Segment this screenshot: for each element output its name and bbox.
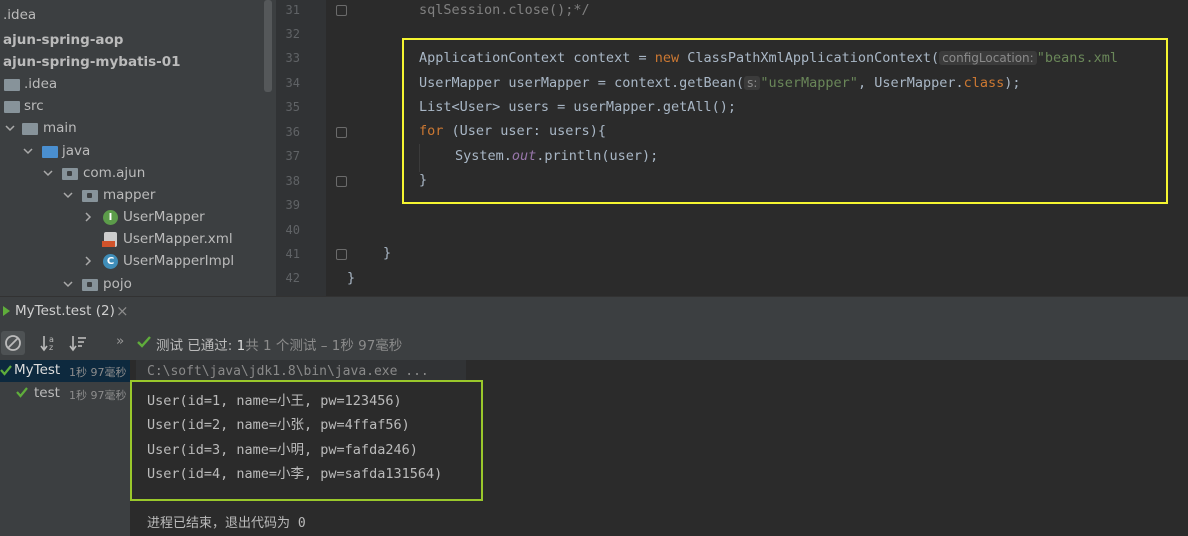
tree-item-label: ajun-spring-mybatis-01 (3, 54, 181, 70)
show-passed-toggle[interactable] (1, 331, 25, 355)
close-tab-icon[interactable]: × (116, 302, 129, 320)
chevron-down-icon[interactable] (4, 117, 16, 139)
console-command: C:\soft\java\jdk1.8\bin\java.exe ... (147, 364, 429, 379)
tree-item-module-aop[interactable]: ajun-spring-aop (3, 29, 123, 51)
sort-duration-icon (69, 336, 86, 352)
chevron-down-icon[interactable] (42, 162, 54, 184)
fold-marker-icon[interactable] (336, 176, 347, 187)
tree-scrollbar[interactable] (264, 0, 272, 92)
tree-item-usermapper-xml[interactable]: UserMapper.xml (0, 228, 260, 250)
check-icon (137, 336, 151, 348)
project-tree-panel: .idea ajun-spring-aop ajun-spring-mybati… (0, 0, 276, 296)
code-line-42: } (347, 270, 356, 286)
sort-duration-button[interactable] (66, 331, 90, 355)
tree-item-usermapperimpl[interactable]: C UserMapperImpl (0, 250, 260, 272)
run-panel-header: MyTest.test (2) × (0, 296, 1188, 326)
test-suite-label: MyTest (14, 362, 61, 378)
test-tree-row-test[interactable]: test 1秒 97毫秒 (0, 382, 130, 404)
xml-file-icon (102, 232, 117, 247)
tree-item-root-idea[interactable]: .idea (3, 4, 36, 26)
tree-item-label: main (43, 120, 77, 136)
tree-item-label: src (24, 98, 44, 114)
run-toolbar: az » 测试 已通过: 1共 1 个测试 – 1秒 97毫秒 (0, 326, 1188, 360)
line-number: 33 (285, 51, 300, 65)
line-number: 34 (285, 76, 300, 90)
sort-alpha-icon: az (40, 335, 54, 352)
test-status-summary: 测试 已通过: 1共 1 个测试 – 1秒 97毫秒 (156, 334, 402, 354)
test-results-tree: MyTest 1秒 97毫秒 test 1秒 97毫秒 (0, 360, 130, 536)
tree-item-label: .idea (24, 76, 58, 92)
tree-item-src[interactable]: src (0, 95, 260, 117)
command-line-row: C:\soft\java\jdk1.8\bin\java.exe ... (136, 360, 466, 382)
line-number: 38 (285, 174, 300, 188)
status-prefix: 测试 已通过: (156, 338, 237, 354)
run-tab-label[interactable]: MyTest.test (2) (15, 303, 115, 319)
tree-item-java[interactable]: java (0, 140, 260, 162)
chevron-right-icon[interactable] (82, 206, 94, 228)
tree-item-label: java (62, 143, 91, 159)
line-number: 37 (285, 149, 300, 163)
line-number: 31 (285, 3, 300, 17)
tree-item-main[interactable]: main (0, 117, 260, 139)
chevron-down-icon[interactable] (62, 273, 74, 295)
check-icon (0, 365, 12, 376)
chevron-down-icon[interactable] (22, 140, 34, 162)
svg-text:z: z (49, 343, 53, 352)
line-number: 40 (285, 223, 300, 237)
tree-item-pojo[interactable]: pojo (0, 273, 260, 295)
check-icon (16, 387, 28, 398)
class-icon: C (103, 254, 118, 269)
tree-item-label: com.ajun (83, 165, 146, 181)
package-icon (82, 190, 98, 202)
process-exit-message: 进程已结束，退出代码为 0 (147, 516, 306, 531)
code-line-41: } (383, 245, 392, 261)
code-highlight-box (402, 38, 1168, 204)
more-actions-icon[interactable]: » (116, 333, 124, 349)
tree-item-label: UserMapper.xml (123, 231, 233, 247)
line-number: 39 (285, 198, 300, 212)
output-highlight-box (130, 380, 483, 501)
folder-icon (22, 123, 38, 135)
test-duration: 1秒 97毫秒 (69, 389, 127, 402)
tree-item-label: pojo (103, 276, 132, 292)
chevron-right-icon[interactable] (82, 250, 94, 272)
tree-item-label: UserMapper (123, 209, 205, 225)
test-tree-row-mytest[interactable]: MyTest 1秒 97毫秒 (0, 360, 130, 382)
interface-icon: I (103, 210, 118, 225)
line-number: 41 (285, 247, 300, 261)
tree-item-label: ajun-spring-aop (3, 32, 124, 48)
tree-item-module-mybatis[interactable]: ajun-spring-mybatis-01 (3, 51, 181, 73)
fold-marker-icon[interactable] (336, 127, 347, 138)
folder-icon (4, 79, 20, 91)
tree-item-label: UserMapperImpl (123, 253, 235, 269)
tree-item-idea-folder[interactable]: .idea (0, 73, 260, 95)
test-case-label: test (34, 385, 60, 401)
package-icon (82, 279, 98, 291)
stop-circle-icon (5, 335, 21, 351)
fold-marker-icon[interactable] (336, 249, 347, 260)
line-number: 35 (285, 100, 300, 114)
tree-item-label: mapper (103, 187, 156, 203)
line-number: 36 (285, 125, 300, 139)
tree-item-usermapper[interactable]: I UserMapper (0, 206, 260, 228)
chevron-down-icon[interactable] (62, 184, 74, 206)
sort-alpha-button[interactable]: az (37, 331, 61, 355)
tree-item-mapper[interactable]: mapper (0, 184, 260, 206)
test-duration: 1秒 97毫秒 (69, 366, 127, 379)
line-number: 42 (285, 271, 300, 285)
fold-marker-icon[interactable] (336, 5, 347, 16)
status-suffix: 共 1 个测试 – 1秒 97毫秒 (245, 338, 403, 354)
source-folder-icon (42, 146, 58, 158)
folder-icon (4, 101, 20, 113)
status-count: 1 (236, 338, 246, 354)
run-icon (3, 306, 10, 316)
tree-item-label: .idea (3, 7, 37, 23)
code-line-31: sqlSession.close();*/ (419, 2, 590, 18)
tree-item-com-ajun[interactable]: com.ajun (0, 162, 260, 184)
line-number: 32 (285, 27, 300, 41)
package-icon (62, 168, 78, 180)
